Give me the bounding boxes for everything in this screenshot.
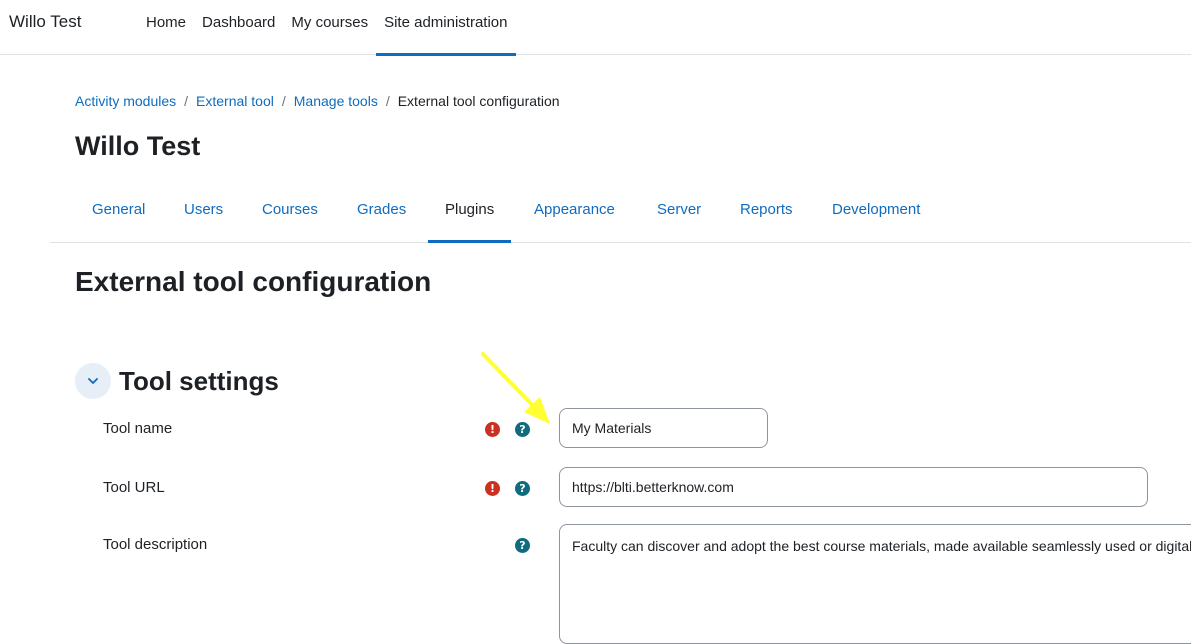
annotation-arrow-icon (481, 352, 550, 424)
